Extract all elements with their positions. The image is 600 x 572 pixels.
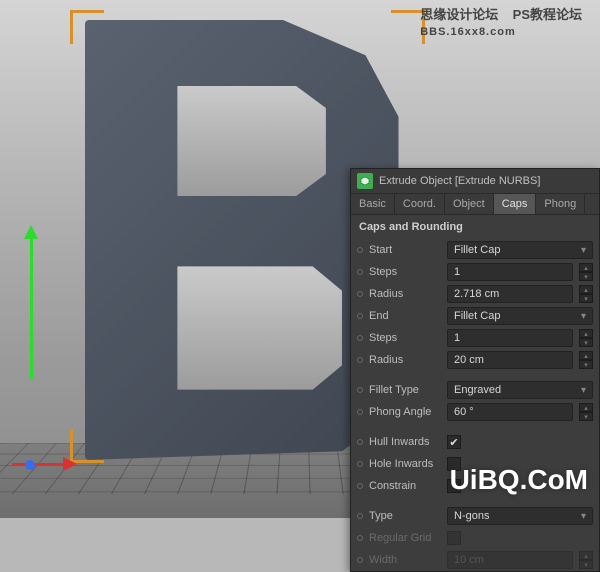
- label-type: Type: [369, 510, 441, 522]
- panel-header: Extrude Object [Extrude NURBS]: [351, 169, 599, 194]
- keyframe-dot[interactable]: [357, 291, 363, 297]
- tab-basic[interactable]: Basic: [351, 194, 395, 214]
- keyframe-dot[interactable]: [357, 483, 363, 489]
- spinner-steps1[interactable]: ▴▾: [579, 263, 593, 281]
- label-steps1: Steps: [369, 266, 441, 278]
- tab-object[interactable]: Object: [445, 194, 494, 214]
- panel-title: Extrude Object [Extrude NURBS]: [379, 175, 540, 187]
- keyframe-dot[interactable]: [357, 461, 363, 467]
- keyframe-dot: [357, 535, 363, 541]
- label-hull-inwards: Hull Inwards: [369, 436, 441, 448]
- label-radius2: Radius: [369, 354, 441, 366]
- keyframe-dot[interactable]: [357, 409, 363, 415]
- select-type[interactable]: N-gons ▾: [447, 507, 593, 525]
- letter-hole-upper: [177, 86, 326, 196]
- label-constrain: Constrain: [369, 480, 441, 492]
- spinner-steps2[interactable]: ▴▾: [579, 329, 593, 347]
- keyframe-dot[interactable]: [357, 357, 363, 363]
- input-width: 10 cm: [447, 551, 573, 569]
- label-regular-grid: Regular Grid: [369, 532, 441, 544]
- letter-hole-lower: [177, 266, 342, 389]
- input-steps2[interactable]: 1: [447, 329, 573, 347]
- select-fillet-type-value: Engraved: [454, 384, 501, 396]
- input-radius1[interactable]: 2.718 cm: [447, 285, 573, 303]
- tab-caps[interactable]: Caps: [494, 194, 537, 214]
- keyframe-dot[interactable]: [357, 439, 363, 445]
- spinner-radius1[interactable]: ▴▾: [579, 285, 593, 303]
- label-hole-inwards: Hole Inwards: [369, 458, 441, 470]
- watermark-top: 思缘设计论坛 PS教程论坛 BBS.16xx8.com: [420, 4, 582, 38]
- tab-coord[interactable]: Coord.: [395, 194, 445, 214]
- select-fillet-type[interactable]: Engraved ▾: [447, 381, 593, 399]
- keyframe-dot[interactable]: [357, 335, 363, 341]
- chevron-down-icon: ▾: [581, 311, 586, 322]
- axis-z-icon[interactable]: [25, 460, 35, 470]
- label-end: End: [369, 310, 441, 322]
- select-end[interactable]: Fillet Cap ▾: [447, 307, 593, 325]
- input-steps1[interactable]: 1: [447, 263, 573, 281]
- keyframe-dot[interactable]: [357, 269, 363, 275]
- label-radius1: Radius: [369, 288, 441, 300]
- keyframe-dot[interactable]: [357, 387, 363, 393]
- axis-x-icon[interactable]: [12, 463, 72, 466]
- label-phong-angle: Phong Angle: [369, 406, 441, 418]
- label-steps2: Steps: [369, 332, 441, 344]
- watermark-top-left: 思缘设计论坛: [420, 7, 498, 22]
- watermark-bottom: UiBQ.CoM: [450, 464, 588, 496]
- selection-bracket-tl: [70, 10, 104, 44]
- select-start-value: Fillet Cap: [454, 244, 500, 256]
- select-start[interactable]: Fillet Cap ▾: [447, 241, 593, 259]
- label-fillet-type: Fillet Type: [369, 384, 441, 396]
- input-radius2[interactable]: 20 cm: [447, 351, 573, 369]
- keyframe-dot[interactable]: [357, 247, 363, 253]
- spinner-phong-angle[interactable]: ▴▾: [579, 403, 593, 421]
- input-phong-angle[interactable]: 60 °: [447, 403, 573, 421]
- label-start: Start: [369, 244, 441, 256]
- chevron-down-icon: ▾: [581, 511, 586, 522]
- section-caps-rounding: Caps and Rounding: [351, 215, 599, 239]
- keyframe-dot[interactable]: [357, 313, 363, 319]
- label-width: Width: [369, 554, 441, 566]
- select-end-value: Fillet Cap: [454, 310, 500, 322]
- extrude-icon: [357, 173, 373, 189]
- keyframe-dot: [357, 557, 363, 563]
- keyframe-dot[interactable]: [357, 513, 363, 519]
- spinner-width: ▴▾: [579, 551, 593, 569]
- select-type-value: N-gons: [454, 510, 489, 522]
- watermark-top-right: PS教程论坛: [513, 7, 582, 22]
- checkbox-hull-inwards[interactable]: ✔: [447, 435, 461, 449]
- tab-phong[interactable]: Phong: [536, 194, 585, 214]
- watermark-top-url: BBS.16xx8.com: [420, 26, 516, 38]
- chevron-down-icon: ▾: [581, 245, 586, 256]
- tab-bar: Basic Coord. Object Caps Phong: [351, 194, 599, 215]
- checkbox-regular-grid: [447, 531, 461, 545]
- spinner-radius2[interactable]: ▴▾: [579, 351, 593, 369]
- attributes-panel[interactable]: Extrude Object [Extrude NURBS] Basic Coo…: [350, 168, 600, 572]
- axis-y-icon[interactable]: [30, 230, 33, 380]
- chevron-down-icon: ▾: [581, 385, 586, 396]
